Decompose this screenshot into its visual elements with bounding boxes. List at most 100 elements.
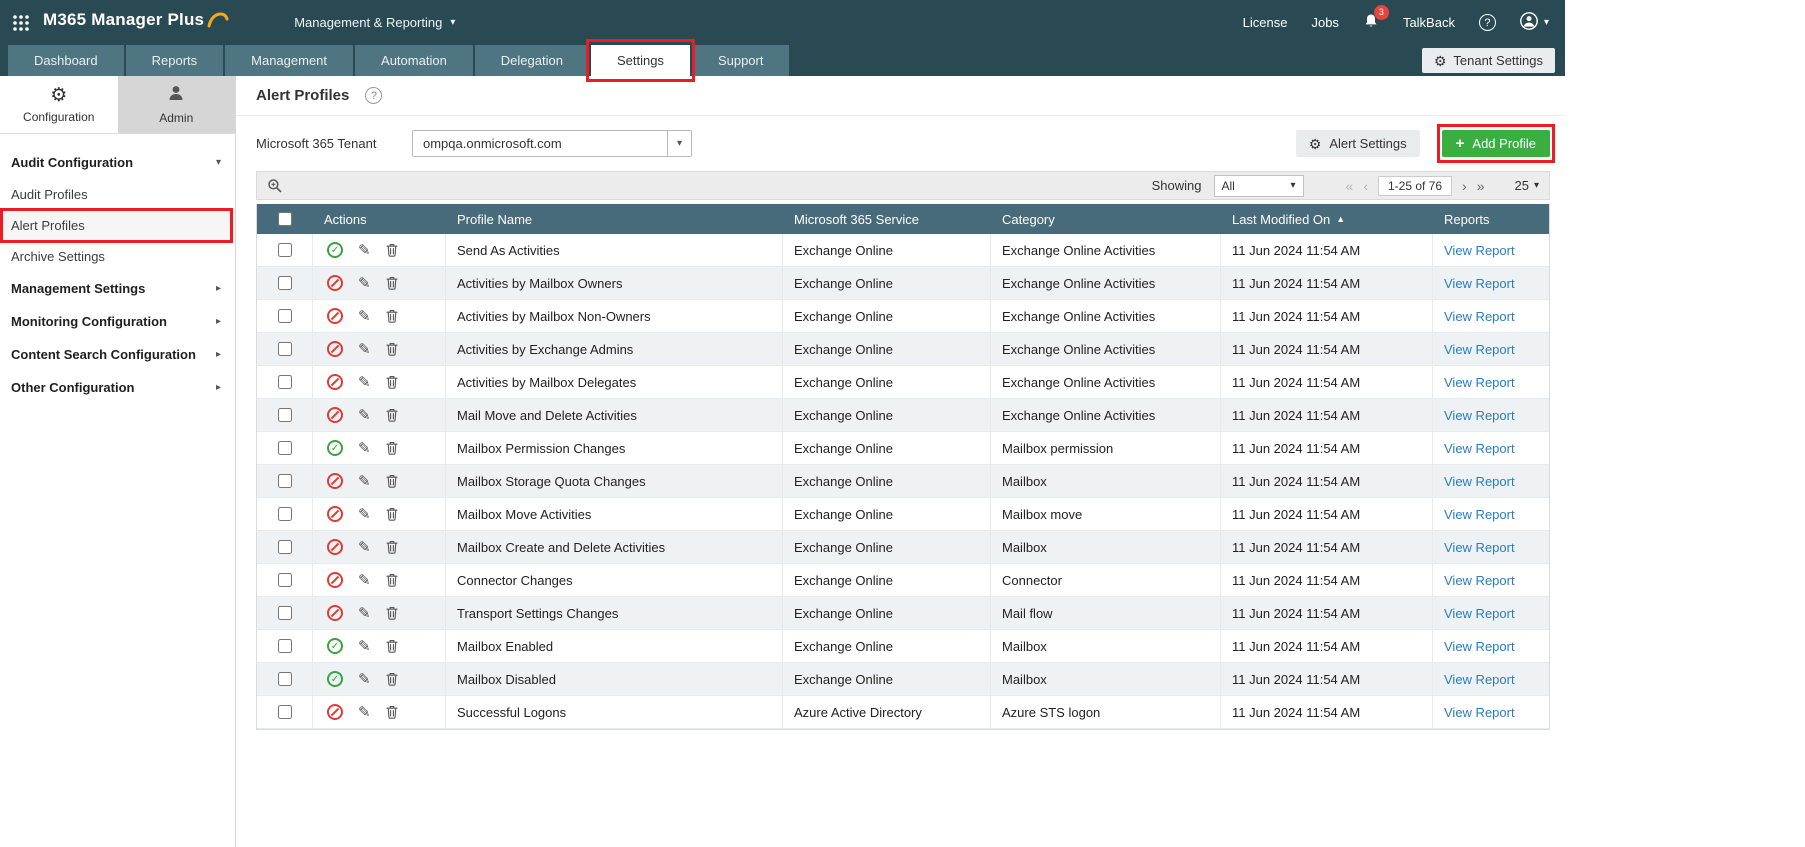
tab-support[interactable]: Support (692, 45, 790, 76)
tab-management[interactable]: Management (225, 45, 353, 76)
app-grid-icon[interactable] (12, 14, 30, 32)
row-checkbox[interactable] (278, 309, 292, 323)
delete-icon[interactable] (386, 705, 398, 719)
delete-icon[interactable] (386, 309, 398, 323)
edit-icon[interactable]: ✎ (358, 408, 371, 423)
delete-icon[interactable] (386, 540, 398, 554)
view-report-link[interactable]: View Report (1444, 243, 1515, 258)
sidebar-group-content-search-configuration[interactable]: Content Search Configuration ▸ (0, 338, 235, 371)
sidebar-group-audit-configuration[interactable]: Audit Configuration ▾ (0, 146, 235, 179)
previous-page-button[interactable]: ‹ (1363, 179, 1368, 193)
delete-icon[interactable] (386, 276, 398, 290)
row-checkbox[interactable] (278, 540, 292, 554)
view-report-link[interactable]: View Report (1444, 342, 1515, 357)
edit-icon[interactable]: ✎ (358, 540, 371, 555)
view-report-link[interactable]: View Report (1444, 408, 1515, 423)
first-page-button[interactable]: « (1346, 179, 1354, 193)
notifications-button[interactable]: 3 (1363, 13, 1379, 33)
delete-icon[interactable] (386, 672, 398, 686)
delete-icon[interactable] (386, 342, 398, 356)
edit-icon[interactable]: ✎ (358, 375, 371, 390)
view-report-link[interactable]: View Report (1444, 474, 1515, 489)
row-checkbox[interactable] (278, 441, 292, 455)
row-checkbox[interactable] (278, 375, 292, 389)
row-checkbox[interactable] (278, 639, 292, 653)
column-header-last-modified[interactable]: Last Modified On ▲ (1221, 212, 1433, 227)
view-report-link[interactable]: View Report (1444, 672, 1515, 687)
delete-icon[interactable] (386, 243, 398, 257)
delete-icon[interactable] (386, 507, 398, 521)
tab-reports[interactable]: Reports (126, 45, 224, 76)
help-icon[interactable]: ? (1479, 14, 1496, 31)
view-report-link[interactable]: View Report (1444, 606, 1515, 621)
row-checkbox[interactable] (278, 342, 292, 356)
view-report-link[interactable]: View Report (1444, 639, 1515, 654)
sidebar-item-archive-settings[interactable]: Archive Settings (0, 241, 235, 272)
delete-icon[interactable] (386, 474, 398, 488)
edit-icon[interactable]: ✎ (358, 309, 371, 324)
select-all-checkbox[interactable] (278, 212, 292, 226)
view-report-link[interactable]: View Report (1444, 375, 1515, 390)
row-checkbox[interactable] (278, 474, 292, 488)
row-checkbox[interactable] (278, 705, 292, 719)
jobs-link[interactable]: Jobs (1311, 15, 1338, 30)
view-report-link[interactable]: View Report (1444, 573, 1515, 588)
last-page-button[interactable]: » (1477, 179, 1485, 193)
page-size-select[interactable]: 25 ▾ (1515, 178, 1540, 193)
view-report-link[interactable]: View Report (1444, 540, 1515, 555)
sidebar-item-alert-profiles[interactable]: Alert Profiles (0, 210, 235, 241)
row-checkbox[interactable] (278, 606, 292, 620)
row-checkbox[interactable] (278, 243, 292, 257)
delete-icon[interactable] (386, 408, 398, 422)
delete-icon[interactable] (386, 606, 398, 620)
tenant-settings-label: Tenant Settings (1453, 53, 1543, 68)
mode-configuration[interactable]: ⚙ Configuration (0, 76, 118, 133)
sidebar-group-other-configuration[interactable]: Other Configuration ▸ (0, 371, 235, 404)
next-page-button[interactable]: › (1462, 179, 1467, 193)
page-help-icon[interactable]: ? (365, 87, 382, 104)
license-link[interactable]: License (1243, 15, 1288, 30)
edit-icon[interactable]: ✎ (358, 705, 371, 720)
edit-icon[interactable]: ✎ (358, 474, 371, 489)
edit-icon[interactable]: ✎ (358, 573, 371, 588)
tenant-settings-button[interactable]: ⚙ Tenant Settings (1422, 48, 1555, 73)
edit-icon[interactable]: ✎ (358, 243, 371, 258)
view-report-link[interactable]: View Report (1444, 507, 1515, 522)
edit-icon[interactable]: ✎ (358, 672, 371, 687)
view-report-link[interactable]: View Report (1444, 705, 1515, 720)
row-checkbox[interactable] (278, 408, 292, 422)
tab-dashboard[interactable]: Dashboard (8, 45, 124, 76)
alert-settings-button[interactable]: ⚙ Alert Settings (1296, 130, 1420, 157)
row-checkbox[interactable] (278, 276, 292, 290)
add-profile-button[interactable]: + Add Profile (1442, 130, 1550, 157)
view-report-link[interactable]: View Report (1444, 276, 1515, 291)
edit-icon[interactable]: ✎ (358, 276, 371, 291)
edit-icon[interactable]: ✎ (358, 441, 371, 456)
mode-admin[interactable]: Admin (118, 76, 236, 133)
talkback-link[interactable]: TalkBack (1403, 15, 1455, 30)
row-checkbox[interactable] (278, 573, 292, 587)
edit-icon[interactable]: ✎ (358, 639, 371, 654)
tab-delegation[interactable]: Delegation (475, 45, 589, 76)
view-report-link[interactable]: View Report (1444, 309, 1515, 324)
search-icon[interactable] (267, 178, 283, 194)
delete-icon[interactable] (386, 375, 398, 389)
account-menu[interactable]: ▾ (1520, 12, 1549, 33)
tenant-select[interactable]: ompqa.onmicrosoft.com ▾ (412, 130, 692, 157)
showing-filter-select[interactable]: All ▾ (1214, 175, 1304, 197)
sidebar-group-monitoring-configuration[interactable]: Monitoring Configuration ▸ (0, 305, 235, 338)
view-report-link[interactable]: View Report (1444, 441, 1515, 456)
row-checkbox[interactable] (278, 507, 292, 521)
edit-icon[interactable]: ✎ (358, 606, 371, 621)
sidebar-item-audit-profiles[interactable]: Audit Profiles (0, 179, 235, 210)
tab-settings[interactable]: Settings (591, 45, 690, 76)
tab-automation[interactable]: Automation (355, 45, 473, 76)
edit-icon[interactable]: ✎ (358, 507, 371, 522)
context-switcher[interactable]: Management & Reporting ▾ (294, 15, 455, 30)
edit-icon[interactable]: ✎ (358, 342, 371, 357)
sidebar-group-management-settings[interactable]: Management Settings ▸ (0, 272, 235, 305)
delete-icon[interactable] (386, 639, 398, 653)
row-checkbox[interactable] (278, 672, 292, 686)
delete-icon[interactable] (386, 573, 398, 587)
delete-icon[interactable] (386, 441, 398, 455)
